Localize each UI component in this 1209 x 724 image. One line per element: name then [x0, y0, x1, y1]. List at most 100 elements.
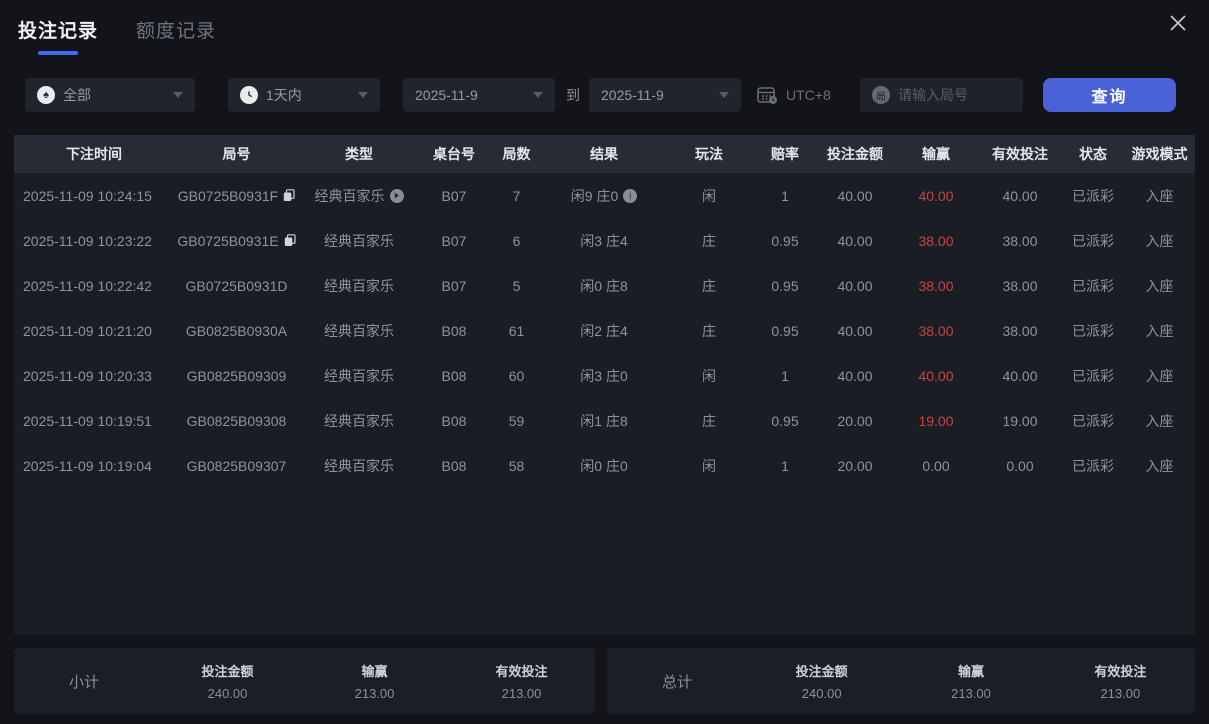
- close-icon[interactable]: [1163, 8, 1193, 38]
- game-mode: 入座: [1146, 456, 1174, 476]
- cell-play-type: 闲: [664, 366, 754, 386]
- valid-bet: 38.00: [1002, 323, 1037, 339]
- column-header: 赔率: [754, 144, 816, 164]
- round-id: GB0725B0931D: [186, 278, 288, 294]
- game-mode: 入座: [1146, 321, 1174, 341]
- table-row: 2025-11-09 10:21:20GB0825B0930A经典百家乐B086…: [14, 308, 1195, 353]
- win-loss: 38.00: [918, 233, 953, 249]
- replay-icon[interactable]: [390, 189, 404, 203]
- cell-play-type: 庄: [664, 276, 754, 296]
- result: 闲2 庄4: [580, 321, 627, 341]
- cell-bet-amount: 40.00: [816, 323, 894, 339]
- copy-icon[interactable]: [283, 189, 295, 202]
- odds: 0.95: [771, 278, 798, 294]
- game-type-value: 全部: [63, 85, 91, 105]
- result: 闲3 庄0: [580, 366, 627, 386]
- result: 闲1 庄8: [580, 411, 627, 431]
- game-mode: 入座: [1146, 411, 1174, 431]
- date-to-value: 2025-11-9: [601, 87, 664, 103]
- cell-bet-time: 2025-11-09 10:23:22: [14, 233, 174, 249]
- total-label: 总计: [607, 671, 747, 692]
- result: 闲9 庄0: [571, 186, 618, 206]
- cell-valid-bet: 38.00: [978, 278, 1062, 294]
- cell-round-count: 6: [489, 233, 544, 249]
- bet-records-table: 下注时间局号类型桌台号局数结果玩法赔率投注金额输赢有效投注状态游戏模式 2025…: [14, 135, 1195, 635]
- bet-time: 2025-11-09 10:19:04: [23, 458, 152, 474]
- copy-icon[interactable]: [284, 234, 296, 247]
- cell-table-no: B07: [419, 188, 489, 204]
- cell-odds: 0.95: [754, 323, 816, 339]
- tab-bet-records[interactable]: 投注记录: [18, 16, 98, 55]
- valid-bet: 19.00: [1002, 413, 1037, 429]
- cell-play-type: 庄: [664, 231, 754, 251]
- cell-valid-bet: 38.00: [978, 233, 1062, 249]
- cell-bet-time: 2025-11-09 10:20:33: [14, 368, 174, 384]
- round-id-search-field[interactable]: 局: [860, 78, 1023, 112]
- play-type: 闲: [702, 366, 716, 386]
- table-no: B07: [442, 188, 467, 204]
- round-id: GB0725B0931E: [177, 233, 278, 249]
- date-to-picker[interactable]: 2025-11-9: [589, 78, 741, 112]
- cell-odds: 1: [754, 458, 816, 474]
- win-loss: 38.00: [918, 323, 953, 339]
- round-count: 58: [509, 458, 525, 474]
- cell-table-no: B08: [419, 413, 489, 429]
- odds: 1: [781, 188, 789, 204]
- cell-odds: 1: [754, 188, 816, 204]
- cell-round-id: GB0725B0931F: [174, 188, 299, 204]
- date-from-picker[interactable]: 2025-11-9: [403, 78, 555, 112]
- column-header: 游戏模式: [1124, 144, 1195, 164]
- cell-status: 已派彩: [1062, 411, 1124, 431]
- cell-status: 已派彩: [1062, 231, 1124, 251]
- search-button[interactable]: 查询: [1043, 78, 1176, 112]
- cell-play-type: 闲: [664, 456, 754, 476]
- valid-bet: 38.00: [1002, 278, 1037, 294]
- cell-valid-bet: 19.00: [978, 413, 1062, 429]
- cell-valid-bet: 40.00: [978, 368, 1062, 384]
- game-mode: 入座: [1146, 276, 1174, 296]
- filter-bar: ♠ 全部 1天内 2025-11-9 到 2025-11-9 UTC+8: [0, 78, 1209, 112]
- table-row: 2025-11-09 10:19:51GB0825B09308经典百家乐B085…: [14, 398, 1195, 443]
- game-type-dropdown[interactable]: ♠ 全部: [25, 78, 195, 112]
- cell-table-no: B07: [419, 233, 489, 249]
- cell-bet-time: 2025-11-09 10:22:42: [14, 278, 174, 294]
- bet-time: 2025-11-09 10:23:22: [23, 233, 152, 249]
- cell-game-type: 经典百家乐: [299, 366, 419, 386]
- timezone-indicator[interactable]: UTC+8: [756, 78, 831, 112]
- cell-bet-amount: 40.00: [816, 188, 894, 204]
- cell-play-type: 庄: [664, 321, 754, 341]
- cell-game-type: 经典百家乐: [299, 411, 419, 431]
- cell-table-no: B08: [419, 323, 489, 339]
- table-no: B08: [442, 323, 467, 339]
- table-no: B07: [442, 233, 467, 249]
- table-row: 2025-11-09 10:23:22GB0725B0931E经典百家乐B076…: [14, 218, 1195, 263]
- cell-game-mode: 入座: [1124, 411, 1195, 431]
- column-header: 局号: [174, 144, 299, 164]
- chevron-down-icon: [719, 92, 729, 98]
- total-win-stat: 输赢 213.00: [896, 661, 1045, 701]
- status-badge: 已派彩: [1072, 411, 1114, 431]
- total-bet-stat: 投注金额 240.00: [747, 661, 896, 701]
- cell-bet-time: 2025-11-09 10:19:51: [14, 413, 174, 429]
- cell-bet-amount: 40.00: [816, 368, 894, 384]
- subtotal-valid-stat: 有效投注 213.00: [448, 661, 595, 701]
- cell-status: 已派彩: [1062, 321, 1124, 341]
- info-icon[interactable]: i: [623, 189, 637, 203]
- column-header: 局数: [489, 144, 544, 164]
- cell-bet-amount: 20.00: [816, 458, 894, 474]
- timezone-value: UTC+8: [786, 87, 831, 103]
- date-from-value: 2025-11-9: [415, 87, 478, 103]
- round-id-input[interactable]: [898, 87, 1011, 103]
- tab-quota-records[interactable]: 额度记录: [136, 16, 216, 43]
- valid-bet: 40.00: [1002, 368, 1037, 384]
- cell-game-type: 经典百家乐: [299, 321, 419, 341]
- column-header: 类型: [299, 144, 419, 164]
- game-type: 经典百家乐: [324, 456, 394, 476]
- cell-round-count: 5: [489, 278, 544, 294]
- column-header: 桌台号: [419, 144, 489, 164]
- round-count: 5: [513, 278, 521, 294]
- time-range-dropdown[interactable]: 1天内: [228, 78, 380, 112]
- table-no: B08: [442, 458, 467, 474]
- column-header: 输赢: [894, 144, 978, 164]
- subtotal-win-stat: 输赢 213.00: [301, 661, 448, 701]
